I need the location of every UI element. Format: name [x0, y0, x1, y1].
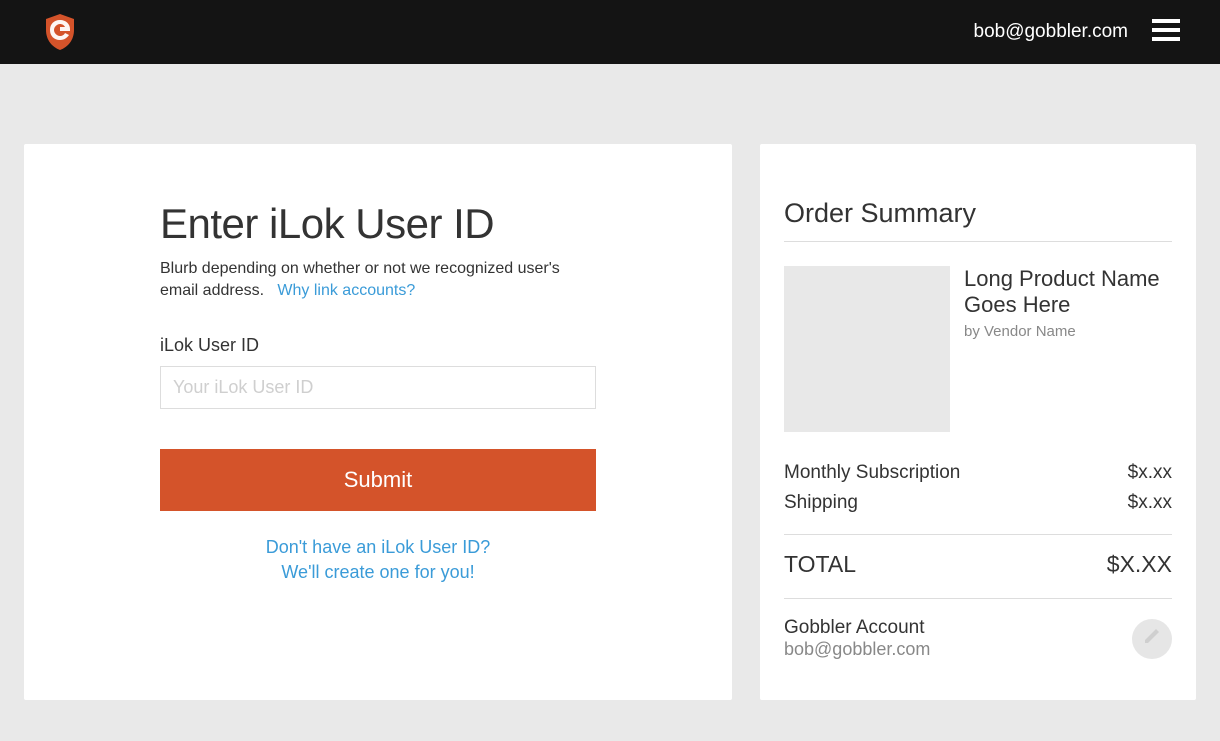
header-user-email: bob@gobbler.com [974, 21, 1129, 43]
edit-account-button[interactable] [1132, 619, 1172, 659]
account-email: bob@gobbler.com [784, 639, 930, 660]
order-summary-card: Order Summary Long Product Name Goes Her… [760, 144, 1196, 700]
total-label: TOTAL [784, 551, 856, 578]
why-link-accounts-link[interactable]: Why link accounts? [277, 282, 415, 299]
product-vendor: by Vendor Name [964, 323, 1172, 340]
line-value: $x.xx [1128, 462, 1172, 484]
form-blurb: Blurb depending on whether or not we rec… [160, 258, 596, 303]
line-label: Shipping [784, 492, 858, 514]
line-item-subscription: Monthly Subscription $x.xx [784, 458, 1172, 488]
submit-button[interactable]: Submit [160, 449, 596, 511]
gobbler-logo[interactable] [40, 12, 80, 52]
header-right: bob@gobbler.com [974, 19, 1181, 46]
main-content: Enter iLok User ID Blurb depending on wh… [0, 64, 1220, 700]
product-name: Long Product Name Goes Here [964, 266, 1172, 319]
account-info: Gobbler Account bob@gobbler.com [784, 617, 930, 660]
create-ilok-line1: Don't have an iLok User ID? [266, 537, 491, 557]
total-row: TOTAL $X.XX [784, 535, 1172, 598]
ilok-field-label: iLok User ID [160, 335, 596, 356]
product-info: Long Product Name Goes Here by Vendor Na… [964, 266, 1172, 432]
ilok-form-card: Enter iLok User ID Blurb depending on wh… [24, 144, 732, 700]
create-ilok-link[interactable]: Don't have an iLok User ID? We'll create… [160, 535, 596, 585]
line-label: Monthly Subscription [784, 462, 960, 484]
line-items: Monthly Subscription $x.xx Shipping $x.x… [784, 452, 1172, 534]
line-item-shipping: Shipping $x.xx [784, 488, 1172, 518]
hamburger-icon[interactable] [1152, 19, 1180, 46]
app-header: bob@gobbler.com [0, 0, 1220, 64]
pencil-icon [1143, 627, 1161, 650]
ilok-user-id-input[interactable] [160, 366, 596, 409]
total-value: $X.XX [1107, 551, 1172, 578]
account-row: Gobbler Account bob@gobbler.com [784, 599, 1172, 660]
line-value: $x.xx [1128, 492, 1172, 514]
create-ilok-line2: We'll create one for you! [281, 562, 474, 582]
product-row: Long Product Name Goes Here by Vendor Na… [784, 242, 1172, 452]
product-thumbnail [784, 266, 950, 432]
order-summary-title: Order Summary [784, 198, 1172, 229]
page-title: Enter iLok User ID [160, 200, 596, 248]
account-label: Gobbler Account [784, 617, 930, 639]
